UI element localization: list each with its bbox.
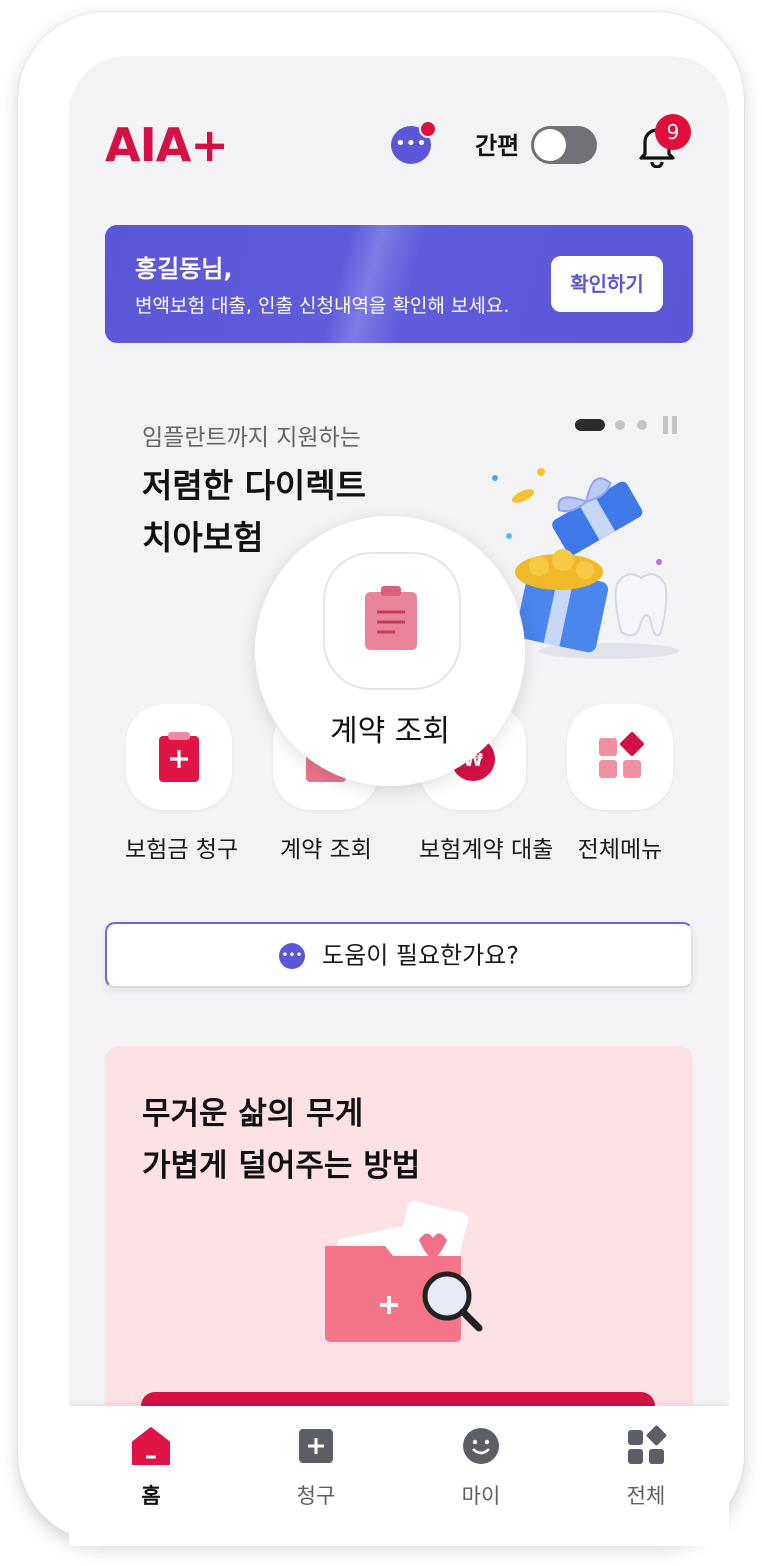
confirm-button[interactable]: 확인하기 xyxy=(551,256,663,312)
zoom-highlight[interactable]: 계약 조회 xyxy=(255,516,525,786)
pager-active-indicator xyxy=(575,419,605,431)
notification-badge: 9 xyxy=(655,114,691,150)
easy-mode-label: 간편 xyxy=(475,132,520,160)
pager-dot[interactable] xyxy=(637,420,647,430)
home-icon xyxy=(132,1427,170,1465)
phone-frame: AIA+ ••• 간편 9 홍길동님, 변액보험 대출, 인출 신청내역을 확인… xyxy=(18,12,744,1546)
plus-square-icon xyxy=(299,1429,333,1463)
tab-home[interactable]: 홈 xyxy=(91,1424,211,1510)
app-screen: AIA+ ••• 간편 9 홍길동님, 변액보험 대출, 인출 신청내역을 확인… xyxy=(69,56,729,1546)
zoom-icon-tile xyxy=(323,552,461,690)
card-title: 무거운 삶의 무게 가볍게 덜어주는 방법 xyxy=(142,1088,420,1192)
help-button[interactable]: ••• 도움이 필요한가요? xyxy=(105,922,693,988)
quick-menu-claim[interactable]: 보험금 청구 xyxy=(125,704,239,864)
tab-label: 청구 xyxy=(296,1484,336,1508)
tab-claim[interactable]: 청구 xyxy=(256,1424,376,1510)
smile-icon xyxy=(463,1428,499,1464)
chat-bubble-icon: ••• xyxy=(278,942,305,969)
tab-my[interactable]: 마이 xyxy=(421,1424,541,1510)
quick-icon-tile xyxy=(126,704,232,810)
grid-icon xyxy=(628,1425,667,1464)
toggle-knob xyxy=(534,129,566,161)
quick-label: 보험계약 대출 xyxy=(419,837,554,863)
aia-logo[interactable]: AIA+ xyxy=(105,118,229,172)
card-title-line1: 무거운 삶의 무게 xyxy=(142,1096,364,1132)
pause-icon-bar xyxy=(672,416,677,434)
medical-folder-illustration xyxy=(325,1200,483,1342)
card-title-line2: 가볍게 덜어주는 방법 xyxy=(142,1148,421,1184)
quick-label: 보험금 청구 xyxy=(125,837,239,863)
carousel-pager[interactable] xyxy=(575,416,683,436)
banner-greeting: 홍길동님, xyxy=(135,255,233,283)
pause-icon[interactable] xyxy=(663,416,668,434)
tab-all[interactable]: 전체 xyxy=(586,1424,706,1510)
notice-banner[interactable]: 홍길동님, 변액보험 대출, 인출 신청내역을 확인해 보세요. 확인하기 xyxy=(105,225,693,343)
promo-title-line1: 저렴한 다이렉트 xyxy=(142,466,367,505)
clipboard-plus-icon xyxy=(159,732,199,782)
new-message-dot xyxy=(419,120,437,138)
chatbot-button[interactable]: ••• xyxy=(391,120,437,164)
banner-message: 변액보험 대출, 인출 신청내역을 확인해 보세요. xyxy=(135,295,510,317)
pager-dot[interactable] xyxy=(615,420,625,430)
quick-label: 전체메뉴 xyxy=(577,837,663,863)
quick-icon-tile xyxy=(567,704,673,810)
zoom-label: 계약 조회 xyxy=(330,714,450,749)
tab-label: 홈 xyxy=(141,1484,161,1508)
easy-mode-toggle[interactable] xyxy=(531,126,597,164)
grid-icon xyxy=(599,732,644,778)
clipboard-list-icon xyxy=(365,586,417,650)
tab-label: 마이 xyxy=(461,1484,501,1508)
quick-label: 계약 조회 xyxy=(280,837,372,863)
promo-subtitle: 임플란트까지 지원하는 xyxy=(142,425,361,451)
quick-menu-all[interactable]: 전체메뉴 xyxy=(566,704,674,864)
promo-card[interactable]: 무거운 삶의 무게 가볍게 덜어주는 방법 xyxy=(105,1046,693,1466)
help-label: 도움이 필요한가요? xyxy=(322,941,520,970)
tab-label: 전체 xyxy=(626,1484,666,1508)
bottom-tab-bar: 홈 청구 마이 전체 xyxy=(69,1406,729,1546)
